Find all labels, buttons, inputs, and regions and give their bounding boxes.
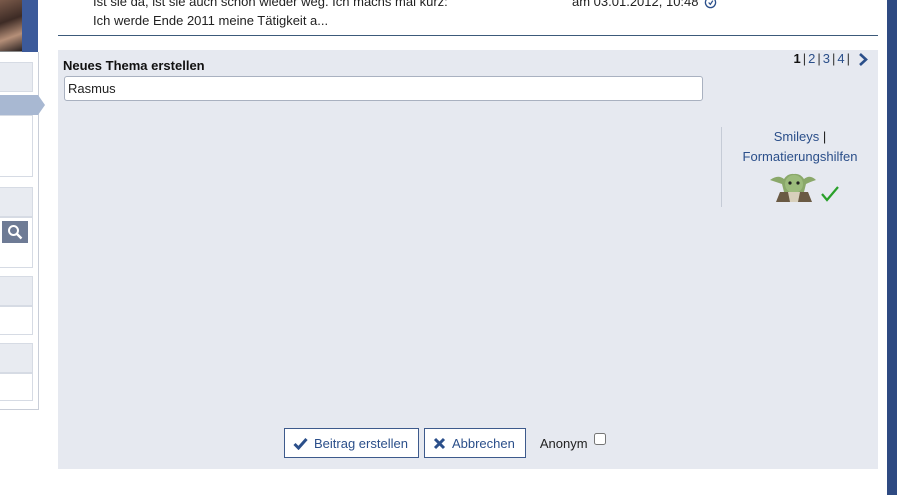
submit-label: Beitrag erstellen — [314, 435, 408, 451]
editor-tools: Smileys | Formatierungshilfen — [721, 127, 878, 207]
checkmark-icon — [821, 186, 839, 202]
post-text-line: Ich werde Ende 2011 meine Tätigkeit a... — [93, 13, 329, 28]
pager-link-page-2[interactable]: 2 — [808, 51, 815, 66]
anonymous-label: Anonym — [539, 435, 588, 451]
right-accent-bar — [887, 0, 897, 495]
avatar[interactable] — [0, 0, 22, 52]
pager-current-page: 1 — [793, 51, 801, 66]
sidebar-box-header — [0, 187, 33, 217]
info-icon[interactable] — [704, 0, 717, 9]
sidebar-box-header — [0, 62, 33, 92]
formatting-help-link[interactable]: Formatierungshilfen — [743, 149, 858, 164]
form-actions: Beitrag erstellen Abbrechen Anonym — [284, 428, 606, 458]
right-margin — [878, 0, 887, 495]
cancel-button[interactable]: Abbrechen — [423, 428, 526, 458]
post-text-line: Ist sie da, ist sie auch schon wieder we… — [93, 0, 448, 9]
sidebar-box — [0, 373, 33, 401]
panel-title: Neues Thema erstellen — [63, 58, 205, 73]
pager-link-page-3[interactable]: 3 — [823, 51, 830, 66]
smileys-link[interactable]: Smileys — [774, 129, 820, 144]
pagination: 1 | 2 | 3 | 4 | — [794, 51, 869, 66]
x-icon — [433, 437, 446, 449]
sidebar-box-header — [0, 276, 33, 306]
search-icon — [8, 225, 23, 240]
post-date-text: am 03.01.2012, 10:48 — [572, 0, 699, 9]
yoda-smiley-icon[interactable] — [770, 170, 818, 202]
sidebar-box — [0, 115, 33, 177]
checkmark-icon — [293, 437, 308, 450]
new-topic-panel: Neues Thema erstellen 1 | 2 | 3 | 4 | Sm… — [58, 50, 878, 469]
post-date: am 03.01.2012, 10:48 — [572, 0, 717, 9]
anonymous-checkbox[interactable] — [593, 433, 606, 445]
left-sidebar — [0, 0, 45, 410]
sidebar-box-header — [0, 343, 33, 373]
chevron-right-icon[interactable] — [858, 52, 868, 66]
sidebar-accent — [22, 0, 38, 52]
subject-input[interactable] — [64, 76, 703, 101]
pager-link-page-4[interactable]: 4 — [837, 51, 844, 66]
submit-post-button[interactable]: Beitrag erstellen — [284, 428, 419, 458]
sidebar-box — [0, 306, 33, 335]
anonymous-option: Anonym — [539, 433, 606, 451]
sidebar-item-active[interactable] — [0, 95, 45, 115]
previous-post: Ist sie da, ist sie auch schon wieder we… — [58, 0, 878, 36]
search-button[interactable] — [2, 221, 28, 243]
cancel-label: Abbrechen — [451, 435, 515, 451]
